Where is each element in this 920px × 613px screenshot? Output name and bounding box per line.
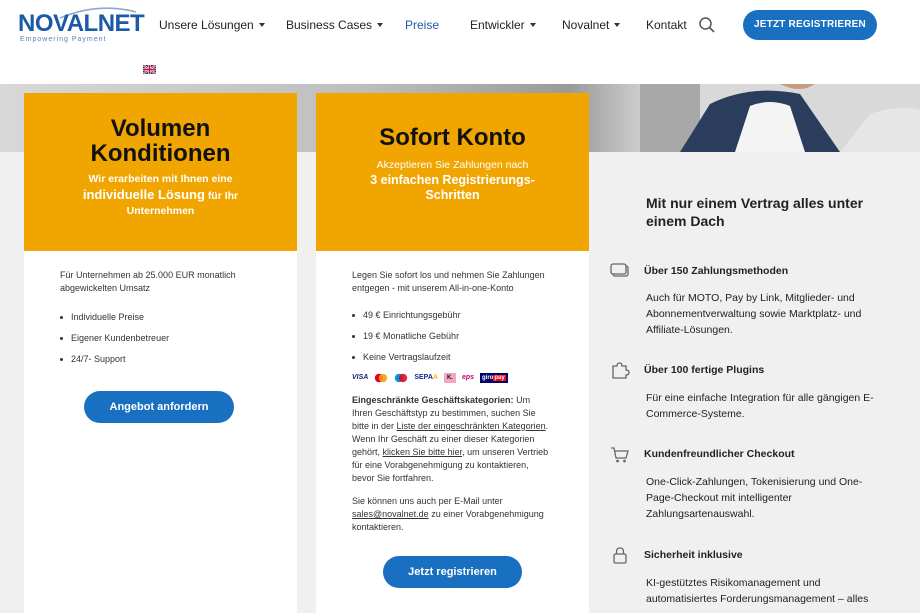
nav-label: Preise	[405, 18, 440, 32]
feature-text: Auch für MOTO, Pay by Link, Mitglieder- …	[646, 292, 862, 336]
feature-text: One-Click-Zahlungen, Tokenisierung und O…	[646, 476, 863, 520]
card-subtitle-highlight: 3 einfachen Registrierungs-	[370, 173, 535, 187]
search-icon[interactable]	[698, 16, 716, 34]
sepa-logo-text: SEPA	[414, 374, 433, 381]
uk-flag-icon[interactable]	[143, 65, 156, 74]
click-here-link[interactable]: klicken Sie bitte hier	[383, 447, 463, 457]
card-title: Sofort Konto	[379, 124, 526, 151]
list-item: Keine Vertragslaufzeit	[352, 351, 553, 364]
caret-down-icon	[614, 23, 621, 27]
maestro-logo-icon	[395, 373, 408, 383]
card-icon	[610, 263, 629, 277]
nav-label: Unsere Lösungen	[159, 18, 254, 32]
hero-person-image	[640, 84, 920, 152]
nav-preise[interactable]: Preise	[405, 18, 439, 32]
cart-icon	[611, 447, 629, 463]
card-subtitle: Wir erarbeiten mit Ihnen eine individuel…	[24, 172, 297, 219]
feature-text: Für eine einfache Integration für alle g…	[646, 392, 874, 420]
nav-label: Business Cases	[286, 18, 373, 32]
caret-down-icon	[258, 23, 265, 27]
nav-label: Novalnet	[562, 18, 610, 32]
payment-logos: VISA SEPAA K. eps giropay	[352, 372, 553, 384]
restricted-categories-text: Eingeschränkte Geschäftskategorien: Um I…	[352, 394, 553, 485]
sofort-konto-card: Sofort Konto Akzeptieren Sie Zahlungen n…	[316, 93, 589, 613]
features-panel: Mit nur einem Vertrag alles unter einem …	[598, 152, 920, 613]
restricted-title: Eingeschränkte Geschäftskategorien:	[352, 395, 514, 405]
card-intro: Für Unternehmen ab 25.000 EUR monatlich …	[60, 270, 236, 293]
nav-label: Kontakt	[646, 18, 687, 32]
feature-title: Sicherheit inklusive	[644, 549, 743, 561]
caret-down-icon	[529, 23, 536, 27]
mastercard-logo-icon	[375, 373, 388, 383]
nav-label: Entwickler	[470, 18, 525, 32]
features-heading: Mit nur einem Vertrag alles unter einem …	[646, 195, 864, 229]
feature-title: Kundenfreundlicher Checkout	[644, 448, 795, 460]
card-subtitle-line: Akzeptieren Sie Zahlungen nach	[376, 159, 529, 171]
request-offer-button[interactable]: Angebot anfordern	[84, 391, 234, 423]
site-header: NOVALNET Empowering Payment Unsere Lösun…	[0, 0, 920, 84]
card-subtitle: Akzeptieren Sie Zahlungen nach 3 einfach…	[316, 158, 589, 203]
list-item: 19 € Monatliche Gebühr	[352, 330, 553, 343]
list-item: Eigener Kundenbetreuer	[60, 332, 261, 345]
list-item: 24/7- Support	[60, 353, 261, 366]
nav-entwickler[interactable]: Entwickler	[470, 18, 536, 32]
card-subtitle-highlight: individuelle Lösung	[82, 187, 205, 202]
card-subtitle-line: Wir erarbeiten mit Ihnen eine	[88, 173, 233, 185]
email-contact-text: Sie können uns auch per E-Mail unter sal…	[352, 495, 553, 534]
nav-unsere-loesungen[interactable]: Unsere Lösungen	[159, 18, 265, 32]
register-cta-button[interactable]: JETZT REGISTRIEREN	[743, 10, 877, 40]
card-header: Sofort Konto Akzeptieren Sie Zahlungen n…	[316, 93, 589, 251]
sales-email-link[interactable]: sales@novalnet.de	[352, 509, 429, 519]
card-body: Legen Sie sofort los und nehmen Sie Zahl…	[316, 251, 589, 534]
nav-business-cases[interactable]: Business Cases	[286, 18, 384, 32]
eps-logo: eps	[461, 374, 475, 381]
giropay-logo: giropay	[480, 373, 508, 383]
puzzle-icon	[612, 362, 630, 379]
card-body: Für Unternehmen ab 25.000 EUR monatlich …	[24, 251, 297, 374]
caret-down-icon	[377, 23, 384, 27]
sepa-logo: SEPAA	[414, 374, 438, 381]
list-item: 49 € Einrichtungsgebühr	[352, 309, 553, 322]
nav-novalnet[interactable]: Novalnet	[562, 18, 621, 32]
lock-icon	[613, 547, 627, 564]
volumen-konditionen-card: Volumen Konditionen Wir erarbeiten mit I…	[24, 93, 297, 613]
card-title-line: Konditionen	[90, 140, 231, 167]
email-text: Sie können uns auch per E-Mail unter	[352, 496, 503, 506]
card-header: Volumen Konditionen Wir erarbeiten mit I…	[24, 93, 297, 251]
register-now-button[interactable]: Jetzt registrieren	[383, 556, 522, 588]
feature-list: Individuelle Preise Eigener Kundenbetreu…	[60, 311, 261, 366]
card-subtitle-line: Unternehmen	[126, 205, 195, 217]
feature-text: KI-gestütztes Risikomanagement und autom…	[646, 577, 869, 605]
feature-title: Über 150 Zahlungsmethoden	[644, 265, 789, 277]
card-title-line: Volumen	[110, 115, 211, 142]
card-title: Volumen Konditionen	[24, 93, 297, 166]
visa-logo: VISA	[352, 374, 369, 381]
nav-kontakt[interactable]: Kontakt	[646, 18, 687, 32]
feature-title: Über 100 fertige Plugins	[644, 364, 765, 376]
feature-list: 49 € Einrichtungsgebühr 19 € Monatliche …	[352, 309, 553, 364]
restricted-list-link[interactable]: Liste der eingeschränkten Kategorien	[397, 421, 546, 431]
klarna-logo: K.	[443, 373, 456, 383]
list-item: Individuelle Preise	[60, 311, 261, 324]
card-intro: Legen Sie sofort los und nehmen Sie Zahl…	[352, 270, 545, 293]
card-subtitle-line: für Ihr	[207, 190, 239, 202]
card-subtitle-highlight: Schritten	[425, 188, 480, 202]
